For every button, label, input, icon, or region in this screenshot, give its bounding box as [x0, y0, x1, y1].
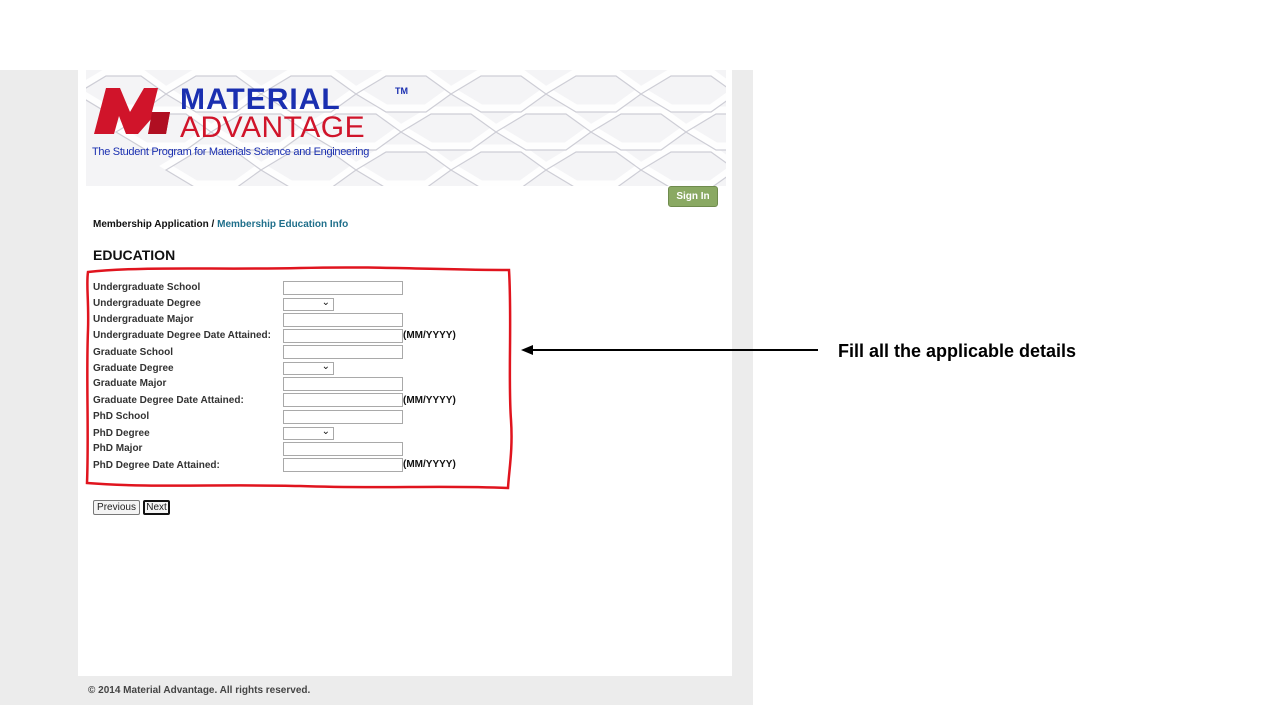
highlight-outline: [85, 266, 513, 490]
arrow-head-icon: [521, 345, 533, 355]
annotation-text: Fill all the applicable details: [838, 341, 1077, 361]
highlight-annotation: [85, 266, 818, 490]
